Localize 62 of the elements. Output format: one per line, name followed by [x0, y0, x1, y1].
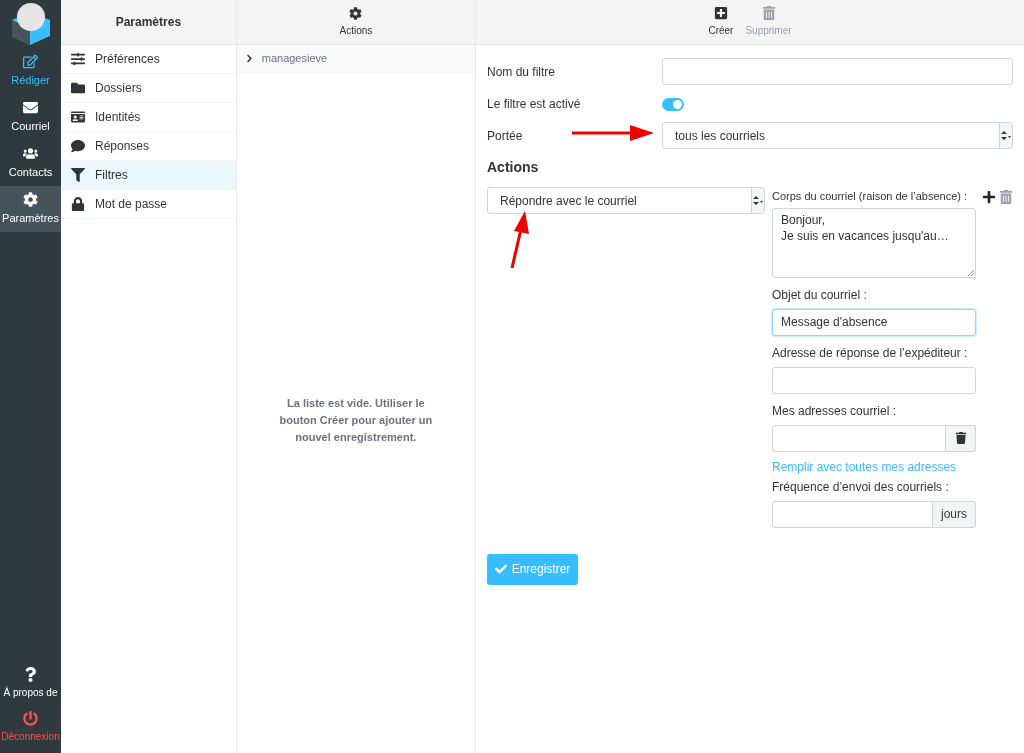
trash-icon: [761, 6, 776, 20]
field-label: Objet du courriel :: [772, 286, 868, 304]
nav-item[interactable]: À propos de: [0, 661, 61, 705]
settings-item[interactable]: Dossiers: [61, 74, 236, 103]
empty-list-message: La liste est vide. Utiliser le bouton Créer pour ajouter un nouvel enregistrement.: [278, 395, 434, 445]
add-button[interactable]: [982, 190, 996, 204]
field-label: Portée: [487, 127, 523, 145]
field-label: Fréquence d’envoi des courriels :: [772, 478, 950, 496]
nav-item[interactable]: Déconnexion: [0, 705, 61, 749]
check-icon: [494, 563, 507, 575]
toolbar-button[interactable]: Créer: [708, 6, 734, 38]
settings-item[interactable]: Préférences: [61, 45, 236, 74]
settings-item[interactable]: Filtres: [61, 161, 236, 190]
frequency-field[interactable]: [772, 500, 933, 528]
nav-item[interactable]: Contacts: [0, 140, 61, 186]
question-icon: [23, 666, 38, 682]
filter-set-item[interactable]: managesieve: [236, 45, 475, 73]
nav-item[interactable]: Paramètres: [0, 186, 61, 232]
settings-item[interactable]: Mot de passe: [61, 190, 236, 219]
lock-icon: [69, 197, 87, 211]
sliders-icon: [69, 52, 87, 66]
filter-icon: [69, 168, 87, 182]
field-label: Adresse de réponse de l’expéditeur :: [772, 344, 969, 362]
reply-address-field[interactable]: [772, 366, 976, 394]
field-label: Le filtre est activé: [487, 96, 582, 113]
people-icon: [23, 145, 38, 161]
field-label: Mes adresses courriel :: [772, 402, 898, 420]
addresses-field[interactable]: [772, 424, 946, 452]
unit-addon: jours: [933, 500, 976, 528]
settings-icon: [349, 6, 363, 20]
annotation-arrow: [508, 211, 532, 269]
text-line: Bonjour,: [781, 211, 827, 228]
nav-item[interactable]: Courriel: [0, 94, 61, 140]
actions-button[interactable]: Actions: [339, 6, 373, 38]
field-label: Nom du filtre: [487, 63, 557, 81]
subject-field[interactable]: Message d'absence: [772, 308, 976, 336]
id-card-icon: [69, 110, 87, 124]
select-arrows-icon: [999, 123, 1012, 148]
settings-icon: [23, 191, 38, 207]
action-select[interactable]: Répondre avec le courriel: [487, 187, 765, 214]
resize-handle-icon: [968, 269, 974, 276]
folder-icon: [69, 81, 87, 95]
filter-name-field[interactable]: [662, 58, 1013, 85]
text-line: Je suis en vacances jusqu'au…: [781, 227, 950, 244]
settings-item[interactable]: Identités: [61, 103, 236, 132]
message-body-field[interactable]: Bonjour, Je suis en vacances jusqu'au…: [772, 207, 976, 278]
scope-select[interactable]: tous les courriels: [662, 122, 1013, 149]
power-icon: [23, 710, 38, 726]
plus-icon: [982, 190, 996, 204]
edit-icon: [23, 53, 38, 69]
trash-icon: [999, 190, 1013, 204]
delete-button[interactable]: [946, 424, 976, 452]
toggle-switch[interactable]: [662, 97, 684, 111]
trash-icon: [954, 432, 967, 444]
chevron-icon: [244, 54, 254, 63]
envelope-icon: [23, 99, 38, 115]
panel-title: Paramètres: [115, 14, 182, 31]
select-arrows-icon: [751, 188, 764, 213]
field-label: Corps du courriel (raison de l’absence) :: [772, 189, 968, 204]
section-title: Actions: [487, 158, 540, 177]
speech-bubble-icon: [69, 139, 87, 153]
nav-item[interactable]: Rédiger: [0, 48, 61, 94]
